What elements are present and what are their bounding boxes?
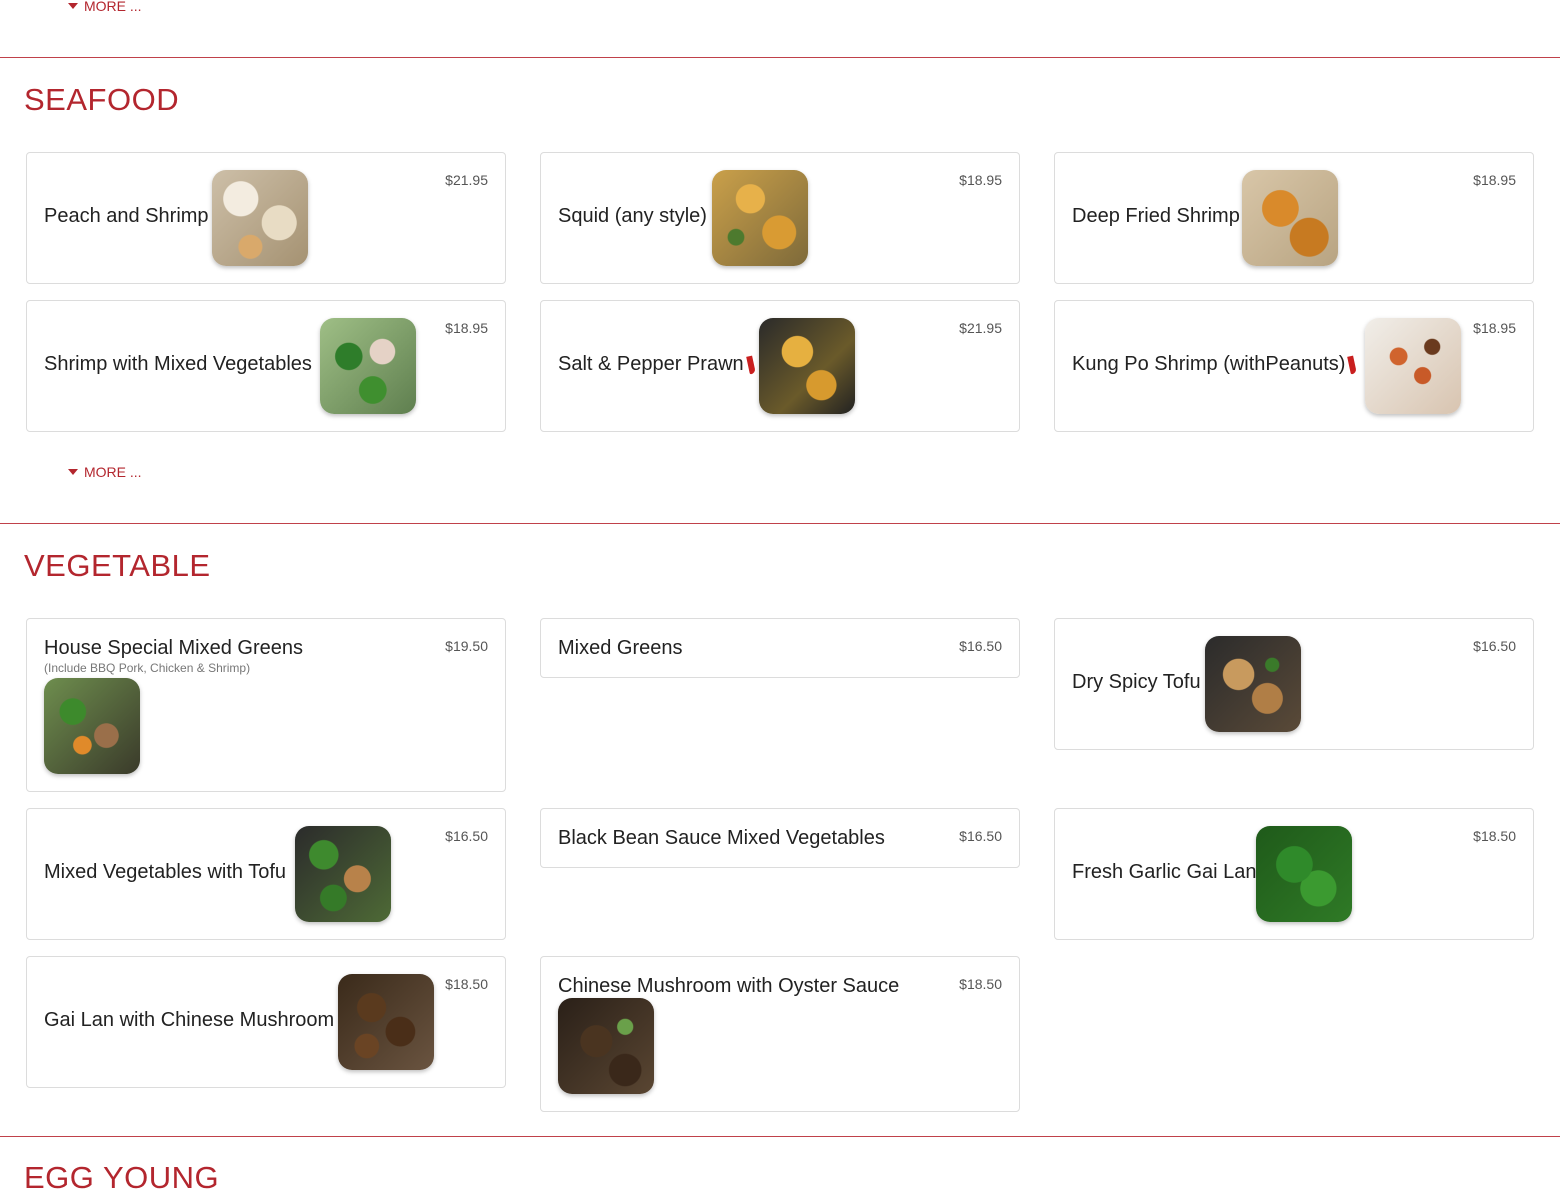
item-name: Mixed Vegetables with Tofu [44,861,287,883]
menu-item-card[interactable]: Fresh Garlic Gai Lan $18.50 [1054,808,1534,940]
item-price: $18.95 [1473,320,1516,336]
item-name: Black Bean Sauce Mixed Vegetables [558,827,885,849]
item-name-text: Kung Po Shrimp (withPeanuts) [1072,353,1346,375]
more-label: MORE ... [84,0,142,14]
item-price: $16.50 [959,638,1002,654]
item-price: $16.50 [959,828,1002,844]
menu-item-card[interactable]: Dry Spicy Tofu $16.50 [1054,618,1534,750]
menu-item-card[interactable]: Squid (any style) $18.95 [540,152,1020,284]
item-name: Shrimp with Mixed Vegetables [44,353,312,375]
item-price: $18.50 [959,976,1002,992]
item-photo [44,678,140,774]
item-photo [320,318,416,414]
item-price: $19.50 [445,638,488,654]
menu-item-card[interactable]: House Special Mixed Greens (Include BBQ … [26,618,506,792]
item-photo [1242,170,1338,266]
item-name: Fresh Garlic Gai Lan [1072,861,1257,883]
item-name: House Special Mixed Greens [44,637,304,659]
menu-item-card[interactable]: Black Bean Sauce Mixed Vegetables $16.50 [540,808,1020,868]
menu-item-card[interactable]: Peach and Shrimp $21.95 [26,152,506,284]
menu-item-card[interactable]: Mixed Greens $16.50 [540,618,1020,678]
item-name: Mixed Greens [558,637,683,659]
item-note: (Include BBQ Pork, Chicken & Shrimp) [44,661,251,675]
chili-pepper-icon [745,355,756,375]
more-link-seafood[interactable]: MORE ... [68,464,142,480]
menu-item-card[interactable]: Gai Lan with Chinese Mushroom $18.50 [26,956,506,1088]
section-divider [0,57,1560,58]
section-title-next: EGG YOUNG [24,1160,220,1195]
item-price: $18.95 [1473,172,1516,188]
item-name: Dry Spicy Tofu [1072,671,1201,693]
more-link[interactable]: MORE ... [68,0,142,14]
item-name: Squid (any style) [558,205,707,227]
caret-down-icon [68,3,78,9]
item-name: Chinese Mushroom with Oyster Sauce [558,975,900,997]
item-name: Kung Po Shrimp (withPeanuts) [1072,353,1358,376]
more-label: MORE ... [84,464,142,480]
caret-down-icon [68,469,78,475]
item-name: Peach and Shrimp [44,205,209,227]
item-price: $21.95 [445,172,488,188]
item-photo [212,170,308,266]
chili-pepper-icon [1347,355,1358,375]
item-price: $18.50 [445,976,488,992]
item-name: Salt & Pepper Prawn [558,353,756,376]
menu-item-card[interactable]: Shrimp with Mixed Vegetables $18.95 [26,300,506,432]
item-price: $18.50 [1473,828,1516,844]
section-title-vegetable: VEGETABLE [24,548,211,583]
item-photo [759,318,855,414]
item-price: $18.95 [445,320,488,336]
menu-item-card[interactable]: Salt & Pepper Prawn $21.95 [540,300,1020,432]
item-photo [558,998,654,1094]
menu-item-card[interactable]: Mixed Vegetables with Tofu $16.50 [26,808,506,940]
item-name-text: Salt & Pepper Prawn [558,353,744,375]
item-photo [1365,318,1461,414]
menu-item-card[interactable]: Chinese Mushroom with Oyster Sauce $18.5… [540,956,1020,1112]
item-name: Gai Lan with Chinese Mushroom [44,1009,335,1031]
item-price: $16.50 [1473,638,1516,654]
item-photo [712,170,808,266]
item-price: $18.95 [959,172,1002,188]
item-name: Deep Fried Shrimp [1072,205,1240,227]
item-photo [1256,826,1352,922]
section-divider [0,1136,1560,1137]
menu-item-card[interactable]: Kung Po Shrimp (withPeanuts) $18.95 [1054,300,1534,432]
menu-item-card[interactable]: Deep Fried Shrimp $18.95 [1054,152,1534,284]
section-title-seafood: SEAFOOD [24,82,180,117]
item-photo [338,974,434,1070]
item-price: $21.95 [959,320,1002,336]
item-photo [1205,636,1301,732]
section-divider [0,523,1560,524]
item-price: $16.50 [445,828,488,844]
item-photo [295,826,391,922]
